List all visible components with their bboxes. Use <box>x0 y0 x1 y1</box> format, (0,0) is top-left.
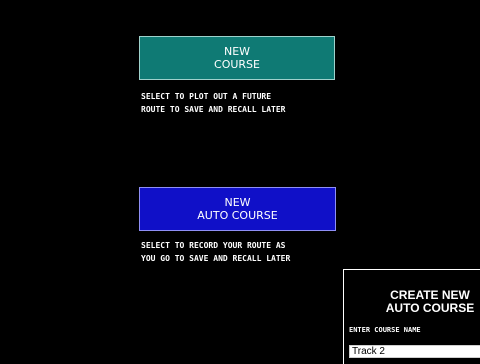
new-course-label-line1: NEW <box>223 45 251 58</box>
new-auto-course-description-line2: YOU GO TO SAVE AND RECALL LATER <box>141 254 291 263</box>
dialog-title-line2: AUTO COURSE <box>385 301 475 315</box>
course-name-label: ENTER COURSE NAME <box>349 326 421 334</box>
new-course-description-line1: SELECT TO PLOT OUT A FUTURE <box>141 92 272 101</box>
new-auto-course-description-line1: SELECT TO RECORD YOUR ROUTE AS <box>141 241 286 250</box>
new-auto-course-description: SELECT TO RECORD YOUR ROUTE AS YOU GO TO… <box>141 239 341 265</box>
course-name-input[interactable] <box>349 345 480 358</box>
new-course-description: SELECT TO PLOT OUT A FUTURE ROUTE TO SAV… <box>141 90 341 116</box>
new-course-button[interactable]: NEW COURSE <box>139 36 335 80</box>
dialog-title: CREATE NEW AUTO COURSE <box>344 289 480 315</box>
new-course-label-line2: COURSE <box>214 58 260 71</box>
new-auto-course-label-line2: AUTO COURSE <box>197 209 278 222</box>
new-auto-course-button[interactable]: NEW AUTO COURSE <box>139 187 336 231</box>
create-auto-course-dialog: CREATE NEW AUTO COURSE ENTER COURSE NAME <box>343 269 480 364</box>
new-course-description-line2: ROUTE TO SAVE AND RECALL LATER <box>141 105 286 114</box>
new-auto-course-label-line1: NEW <box>224 196 251 209</box>
